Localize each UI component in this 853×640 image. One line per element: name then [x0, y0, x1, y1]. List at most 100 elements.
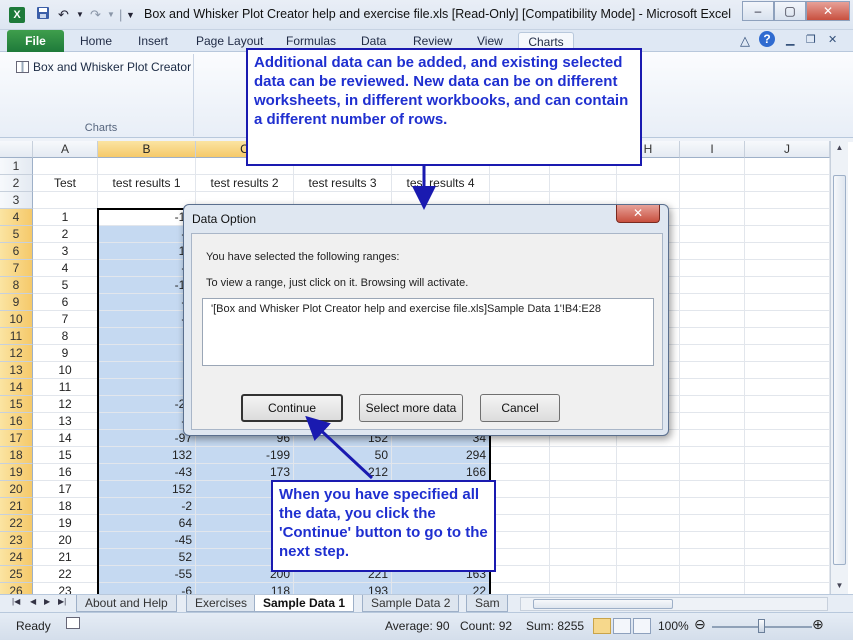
cell[interactable] [745, 260, 830, 277]
cell[interactable] [745, 583, 830, 594]
cell[interactable]: 20 [33, 532, 98, 549]
cell[interactable]: -45 [98, 532, 196, 549]
row-header[interactable]: 22 [0, 515, 33, 532]
cell[interactable] [680, 549, 745, 566]
page-break-view-button[interactable] [633, 618, 651, 634]
cell[interactable] [745, 413, 830, 430]
row-header[interactable]: 11 [0, 328, 33, 345]
cell[interactable] [33, 158, 98, 175]
cell[interactable]: -2 [98, 498, 196, 515]
cell[interactable]: 50 [294, 447, 392, 464]
cell[interactable] [490, 498, 550, 515]
maximize-button[interactable]: ▢ [774, 1, 806, 21]
zoom-slider-thumb[interactable] [758, 619, 765, 633]
cell[interactable] [98, 158, 196, 175]
scroll-up-icon[interactable]: ▲ [833, 141, 846, 155]
last-sheet-icon[interactable]: ▶| [58, 597, 66, 606]
row-header[interactable]: 12 [0, 345, 33, 362]
cell[interactable]: -6 [98, 583, 196, 594]
cell[interactable]: 1 [33, 209, 98, 226]
cell[interactable]: 166 [392, 464, 490, 481]
cell[interactable] [745, 175, 830, 192]
cell[interactable] [33, 192, 98, 209]
cell[interactable] [745, 430, 830, 447]
row-header[interactable]: 17 [0, 430, 33, 447]
cell[interactable] [617, 175, 680, 192]
cell[interactable] [680, 209, 745, 226]
cell[interactable] [745, 277, 830, 294]
select-all-corner[interactable] [0, 141, 33, 158]
cell[interactable] [550, 583, 617, 594]
sheet-tab-exercises[interactable]: Exercises [186, 595, 257, 612]
cell[interactable]: 7 [33, 311, 98, 328]
cell[interactable]: 22 [392, 583, 490, 594]
row-header[interactable]: 25 [0, 566, 33, 583]
cell[interactable]: -55 [98, 566, 196, 583]
cell[interactable] [680, 447, 745, 464]
cell[interactable] [745, 481, 830, 498]
cell[interactable] [490, 566, 550, 583]
cell[interactable] [550, 175, 617, 192]
row-header[interactable]: 13 [0, 362, 33, 379]
row-header[interactable]: 1 [0, 158, 33, 175]
row-header[interactable]: 16 [0, 413, 33, 430]
cell[interactable] [617, 464, 680, 481]
cell[interactable] [680, 481, 745, 498]
cell[interactable] [680, 260, 745, 277]
cell[interactable] [490, 481, 550, 498]
cell[interactable] [680, 498, 745, 515]
cell[interactable]: 21 [33, 549, 98, 566]
column-header[interactable]: I [680, 141, 745, 158]
cell[interactable] [745, 294, 830, 311]
cell[interactable] [745, 498, 830, 515]
cell[interactable]: 52 [98, 549, 196, 566]
cell[interactable] [98, 328, 196, 345]
cell[interactable] [617, 447, 680, 464]
cell[interactable]: -12 [98, 277, 196, 294]
cell[interactable] [745, 192, 830, 209]
cell[interactable] [617, 566, 680, 583]
window-minimize-icon[interactable]: ▁ [786, 33, 794, 46]
help-icon[interactable]: ? [759, 31, 775, 47]
cell[interactable]: 17 [33, 481, 98, 498]
cell[interactable] [745, 532, 830, 549]
cell[interactable] [680, 243, 745, 260]
cell[interactable] [680, 379, 745, 396]
cell[interactable] [745, 362, 830, 379]
row-header[interactable]: 10 [0, 311, 33, 328]
cell[interactable] [680, 464, 745, 481]
cell[interactable]: 22 [33, 566, 98, 583]
cell[interactable] [680, 175, 745, 192]
cell[interactable] [745, 226, 830, 243]
cell[interactable] [680, 532, 745, 549]
cell[interactable]: -43 [98, 464, 196, 481]
cell[interactable] [745, 311, 830, 328]
window-restore-icon[interactable]: ❐ [806, 33, 816, 46]
cell[interactable]: 15 [33, 447, 98, 464]
range-list[interactable]: '[Box and Whisker Plot Creator help and … [202, 298, 654, 366]
sheet-tab-sample-data-3[interactable]: Sam [466, 595, 508, 612]
redo-dropdown-icon[interactable]: ▼ [107, 6, 115, 24]
cell[interactable] [680, 430, 745, 447]
cell[interactable] [550, 549, 617, 566]
row-header[interactable]: 2 [0, 175, 33, 192]
box-whisker-plot-button[interactable]: Box and Whisker Plot Creator [16, 60, 191, 74]
select-more-data-button[interactable]: Select more data [359, 394, 463, 422]
cell[interactable]: 8 [33, 328, 98, 345]
row-header[interactable]: 5 [0, 226, 33, 243]
cell[interactable]: test results 3 [294, 175, 392, 192]
cell[interactable] [98, 192, 196, 209]
zoom-in-icon[interactable]: ⊕ [812, 616, 824, 633]
cell[interactable] [98, 362, 196, 379]
cell[interactable] [490, 515, 550, 532]
range-list-item[interactable]: '[Box and Whisker Plot Creator help and … [211, 303, 601, 315]
cell[interactable]: 4 [33, 260, 98, 277]
cell[interactable]: 212 [294, 464, 392, 481]
cancel-button[interactable]: Cancel [480, 394, 560, 422]
row-header[interactable]: 7 [0, 260, 33, 277]
sheet-tab-about[interactable]: About and Help [76, 595, 177, 612]
cell[interactable] [680, 192, 745, 209]
cell[interactable]: 294 [392, 447, 490, 464]
first-sheet-icon[interactable]: |◀ [12, 597, 20, 606]
zoom-out-icon[interactable]: ⊖ [694, 616, 706, 633]
